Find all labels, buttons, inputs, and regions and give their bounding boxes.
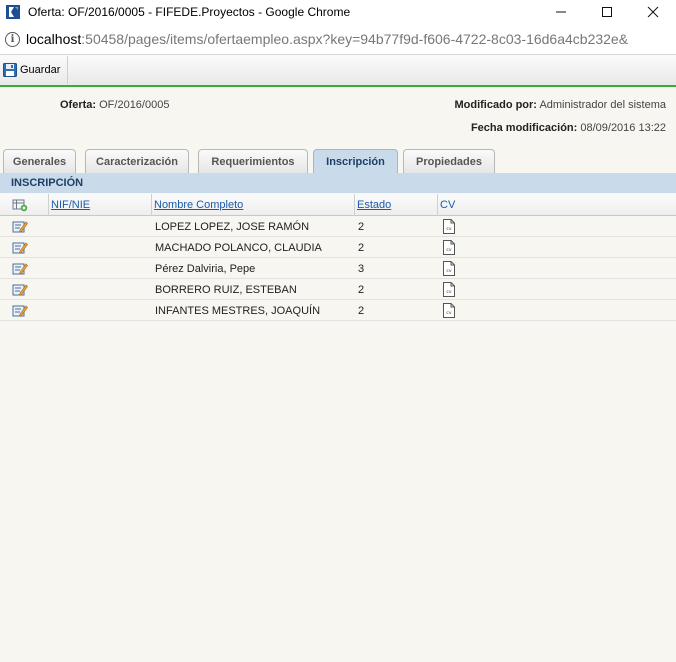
edit-icon[interactable] [12, 262, 28, 276]
svg-text:cv: cv [446, 269, 451, 274]
tab-generales[interactable]: Generales [3, 149, 76, 173]
table-row: Pérez Dalviria, Pepe 3 cv [0, 258, 676, 279]
cv-header-label: CV [440, 199, 456, 211]
url-host: localhost [26, 31, 82, 47]
row-estado: 3 [358, 262, 365, 275]
minimize-icon [556, 11, 566, 13]
grid-header: NIF/NIE Nombre Completo Estado CV [0, 194, 676, 216]
column-header-cv: CV [437, 194, 676, 216]
fecha-value: 08/09/2016 13:22 [580, 122, 666, 134]
maximize-icon [602, 7, 612, 17]
svg-text:cv: cv [446, 311, 451, 316]
table-row: MACHADO POLANCO, CLAUDIA 2 cv [0, 237, 676, 258]
close-icon [647, 6, 659, 18]
row-estado: 2 [358, 241, 365, 254]
add-record-icon [12, 199, 28, 212]
cv-document-icon[interactable]: cv [443, 219, 455, 234]
oferta-info: Oferta: OF/2016/0005 [60, 99, 169, 111]
estado-sort-link[interactable]: Estado [357, 199, 391, 211]
app-logo-icon [6, 5, 20, 19]
inscripcion-grid: NIF/NIE Nombre Completo Estado CV LOPEZ … [0, 194, 676, 321]
save-button[interactable]: Guardar [0, 56, 69, 84]
oferta-label: Oferta: [60, 99, 97, 111]
nif-sort-link[interactable]: NIF/NIE [51, 199, 90, 211]
window-title: Oferta: OF/2016/0005 - FIFEDE.Proyectos … [28, 5, 351, 19]
row-estado: 2 [358, 220, 365, 233]
nombre-sort-link[interactable]: Nombre Completo [154, 199, 243, 211]
edit-icon[interactable] [12, 304, 28, 318]
address-bar[interactable]: i localhost:50458/pages/items/ofertaempl… [0, 24, 676, 55]
cv-document-icon[interactable]: cv [443, 303, 455, 318]
row-nombre: LOPEZ LOPEZ, JOSE RAMÓN [155, 220, 310, 233]
fecha-info: Fecha modificación: 08/09/2016 13:22 [471, 122, 666, 134]
svg-text:cv: cv [446, 248, 451, 253]
table-row: INFANTES MESTRES, JOAQUÍN 2 cv [0, 300, 676, 321]
maximize-button[interactable] [584, 0, 630, 24]
row-nombre: MACHADO POLANCO, CLAUDIA [155, 241, 322, 254]
modificado-info: Modificado por: Administrador del sistem… [454, 99, 666, 111]
tab-caracterizacion[interactable]: Caracterización [85, 149, 189, 173]
table-row: BORRERO RUIZ, ESTEBAN 2 cv [0, 279, 676, 300]
url-text[interactable]: localhost:50458/pages/items/ofertaempleo… [26, 31, 628, 47]
close-button[interactable] [630, 0, 676, 24]
minimize-button[interactable] [538, 0, 584, 24]
column-header-estado[interactable]: Estado [354, 194, 438, 216]
oferta-value: OF/2016/0005 [99, 99, 170, 111]
url-path: :50458/pages/items/ofertaempleo.aspx?key… [81, 31, 629, 47]
edit-icon[interactable] [12, 283, 28, 297]
cv-document-icon[interactable]: cv [443, 282, 455, 297]
tab-inscripcion[interactable]: Inscripción [313, 149, 398, 173]
tab-propiedades[interactable]: Propiedades [403, 149, 495, 173]
floppy-disk-icon [3, 63, 17, 77]
tab-strip: Generales Caracterización Requerimientos… [0, 149, 676, 173]
table-row: LOPEZ LOPEZ, JOSE RAMÓN 2 cv [0, 216, 676, 237]
cv-document-icon[interactable]: cv [443, 240, 455, 255]
row-nombre: BORRERO RUIZ, ESTEBAN [155, 283, 297, 296]
info-icon[interactable]: i [5, 31, 20, 47]
window-titlebar: Oferta: OF/2016/0005 - FIFEDE.Proyectos … [0, 0, 676, 24]
section-title: INSCRIPCIÓN [0, 173, 676, 193]
tab-requerimientos[interactable]: Requerimientos [198, 149, 308, 173]
edit-icon[interactable] [12, 220, 28, 234]
row-estado: 2 [358, 283, 365, 296]
add-row-button[interactable] [10, 194, 28, 216]
svg-text:cv: cv [446, 290, 451, 295]
modificado-label: Modificado por: [454, 99, 537, 111]
row-estado: 2 [358, 304, 365, 317]
row-nombre: Pérez Dalviria, Pepe [155, 262, 256, 275]
edit-icon[interactable] [12, 241, 28, 255]
svg-text:cv: cv [446, 227, 451, 232]
cv-document-icon[interactable]: cv [443, 261, 455, 276]
modificado-value: Administrador del sistema [539, 99, 666, 111]
column-header-nif[interactable]: NIF/NIE [48, 194, 152, 216]
column-header-nombre[interactable]: Nombre Completo [151, 194, 355, 216]
toolbar: Guardar [0, 55, 676, 87]
fecha-label: Fecha modificación: [470, 122, 578, 134]
row-nombre: INFANTES MESTRES, JOAQUÍN [155, 304, 321, 317]
save-button-label: Guardar [20, 64, 61, 76]
